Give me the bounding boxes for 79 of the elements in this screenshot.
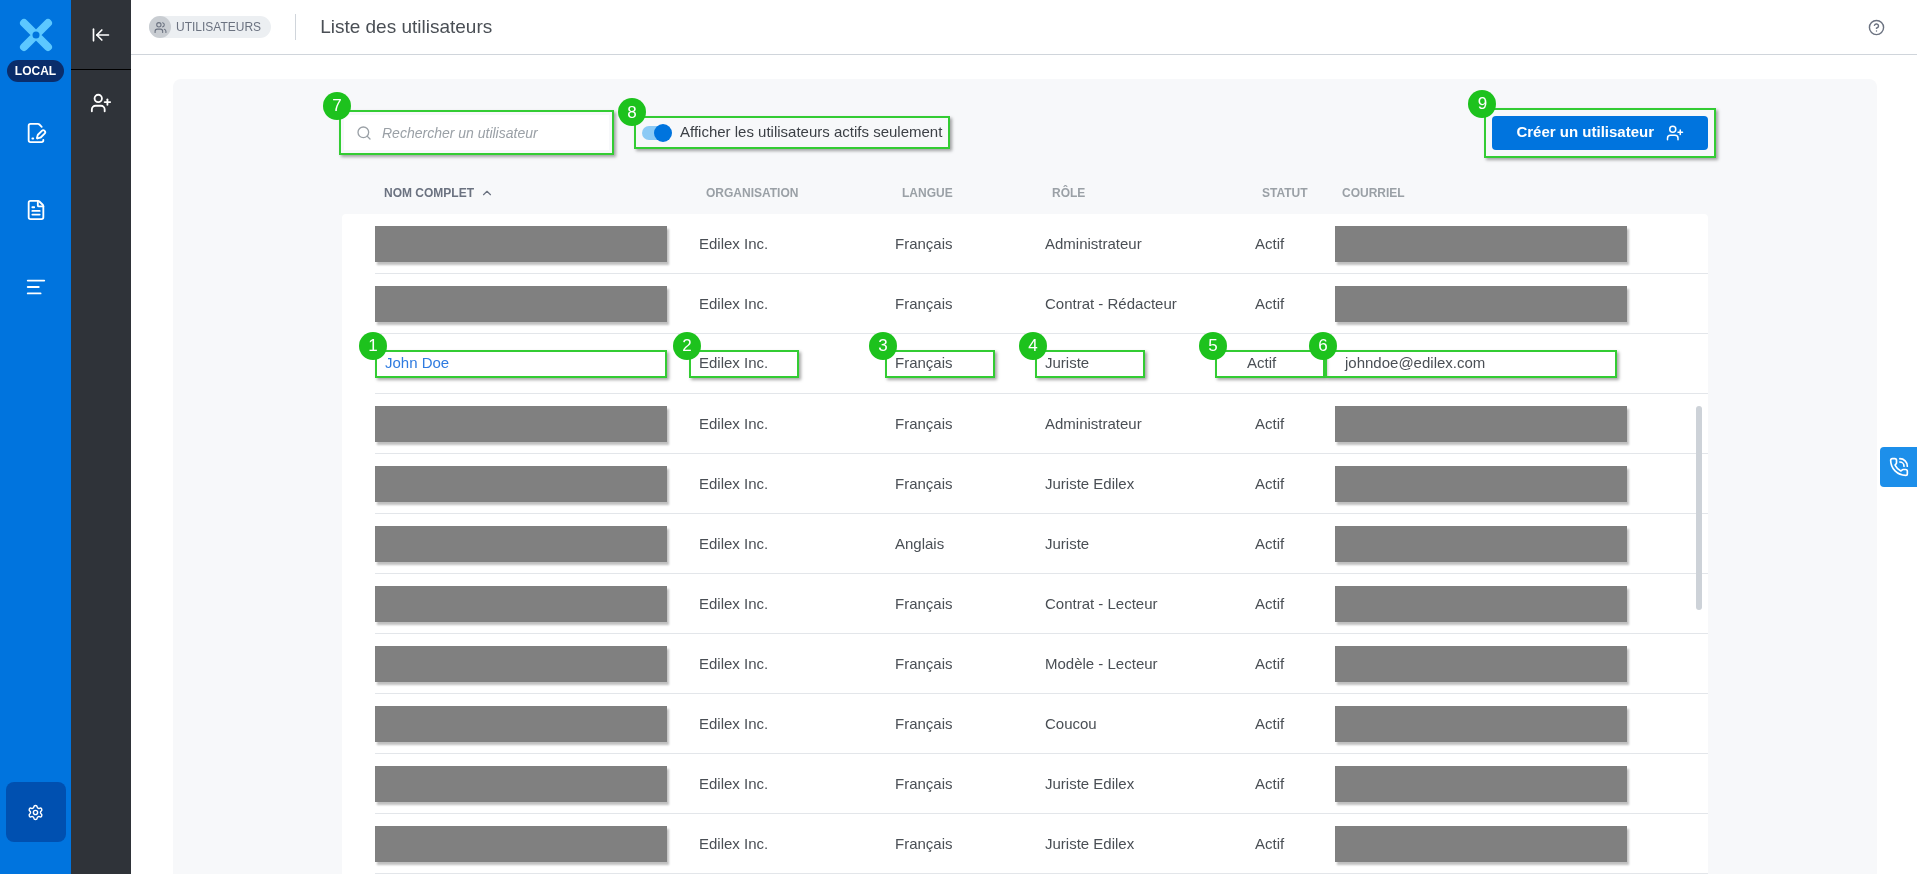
column-header[interactable]: RÔLE [1052,184,1262,202]
column-header[interactable]: NOM COMPLET [382,184,706,202]
scrollbar-thumb[interactable] [1696,406,1702,610]
table-cell: Juriste Edilex [1045,834,1135,852]
users-icon [153,20,167,34]
callout-badge: 6 [1309,331,1337,360]
callout-badge: 2 [673,331,701,360]
table-cell: Français [895,654,953,672]
help-icon[interactable] [1868,18,1885,36]
table-cell: Edilex Inc. [699,834,769,852]
callout-badge: 7 [323,92,351,120]
toggle-label: Afficher les utilisateurs actifs seulement [680,122,943,143]
table-cell: Coucou [1045,714,1097,732]
table-cell: Actif [1255,774,1285,792]
table-cell: Actif [1255,594,1285,612]
table-cell: Administrateur [1045,234,1142,252]
table-cell: Français [895,294,953,312]
logo-icon [18,18,53,52]
table-cell: Edilex Inc. [699,654,769,672]
table-cell: Actif [1255,834,1285,852]
phone-call-icon [1888,457,1909,477]
table-cell: Actif [1255,474,1285,492]
table-cell: Contrat - Rédacteur [1045,294,1177,312]
table-cell: Juriste Edilex [1045,774,1135,792]
table-cell-text: Edilex Inc. [699,353,769,374]
table-cell: Edilex Inc. [699,294,769,312]
settings-button[interactable] [5,782,66,842]
active-only-toggle[interactable] [642,125,670,140]
table-cell: Français [895,774,953,792]
table-cell: Actif [1255,714,1285,732]
environment-badge: LOCAL [6,60,65,82]
callout-badge: 1 [359,331,387,360]
search-field[interactable]: Rechercher un utilisateur [344,115,609,150]
callout-badge: 3 [869,331,897,360]
table-cell: Edilex Inc. [699,234,769,252]
settings-icon [27,803,44,821]
table-cell: Actif [1255,414,1285,432]
callout-badge: 5 [1199,331,1227,360]
table-cell: Français [895,714,953,732]
user-link[interactable]: John Doe [385,352,450,375]
table-cell: Contrat - Lecteur [1045,594,1158,612]
table-cell: Edilex Inc. [699,594,769,612]
table-cell-text: johndoe@edilex.com [1345,353,1486,374]
column-header[interactable]: STATUT [1262,184,1342,202]
search-icon [356,125,372,141]
table-cell: Edilex Inc. [699,414,769,432]
table-cell: Edilex Inc. [699,714,769,732]
table-cell: Actif [1255,534,1285,552]
table-cell-text: Français [895,353,953,374]
table-cell: Français [895,414,953,432]
table-cell: Actif [1255,294,1285,312]
table-cell: Français [895,594,953,612]
table-cell: Edilex Inc. [699,474,769,492]
add-user-icon[interactable] [90,92,112,114]
callout-badge: 9 [1468,89,1497,118]
add-user-icon [1666,123,1684,142]
table-cell: Français [895,234,953,252]
table-cell: Modèle - Lecteur [1045,654,1158,672]
column-header[interactable]: COURRIEL [1342,184,1676,202]
table-cell: Edilex Inc. [699,774,769,792]
page-title: Liste des utilisateurs [320,14,493,39]
phone-call-button[interactable] [1880,447,1917,487]
table-cell: Juriste [1045,534,1090,552]
table-cell: Français [895,474,953,492]
table-cell: Anglais [895,534,945,552]
create-user-button[interactable]: Créer un utilisateur [1492,115,1708,150]
callout-badge: 8 [618,98,646,127]
table-cell: Actif [1255,234,1285,252]
table-cell: Administrateur [1045,414,1142,432]
table-cell: Actif [1255,654,1285,672]
column-header[interactable]: ORGANISATION [706,184,902,202]
callout-badge: 4 [1019,331,1047,360]
breadcrumb-chip[interactable]: UTILISATEURS [149,16,272,38]
table-cell: Juriste Edilex [1045,474,1135,492]
table-cell: Edilex Inc. [699,534,769,552]
table-cell: Français [895,834,953,852]
column-header[interactable]: LANGUE [902,184,1052,202]
table-cell-text: Juriste [1045,353,1090,374]
table-cell-text: Actif [1247,353,1277,374]
